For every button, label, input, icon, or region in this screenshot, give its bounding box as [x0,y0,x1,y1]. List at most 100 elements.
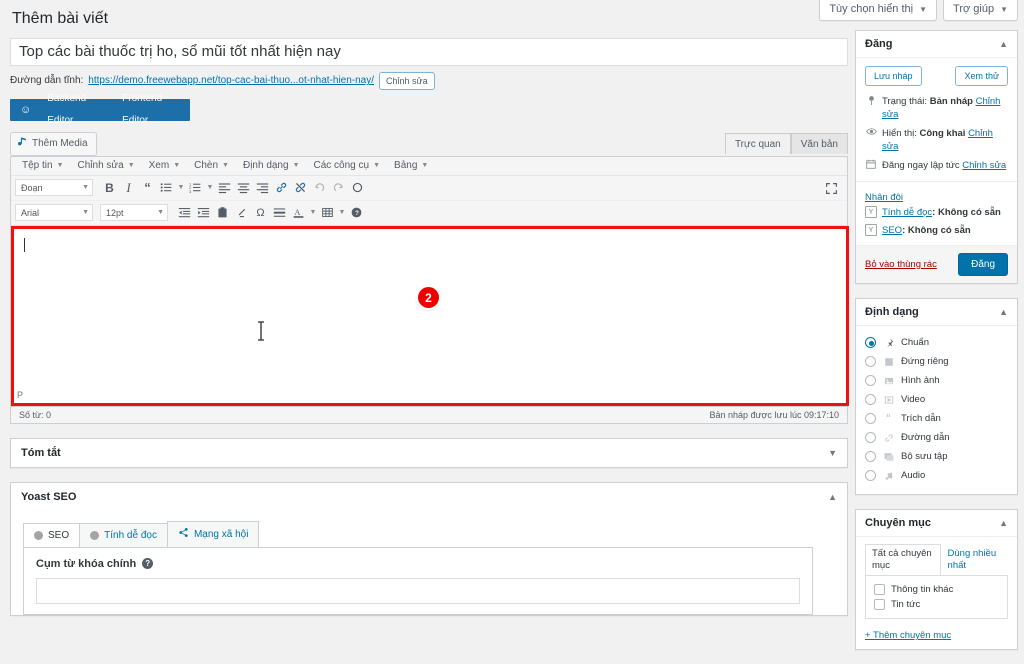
editor-content-area[interactable]: P [14,228,846,403]
format-option-aside[interactable]: Đứng riêng [865,352,1008,371]
menu-table[interactable]: Bảng ▼ [387,156,435,175]
chevron-down-icon: ▼ [82,209,89,217]
format-option-video[interactable]: Video [865,390,1008,409]
bold-icon[interactable]: B [100,178,119,197]
chevron-up-icon[interactable]: ▲ [999,305,1008,319]
add-media-button[interactable]: Thêm Media [10,131,97,156]
page-title: Thêm bài viết [12,10,109,27]
table-dropdown-icon[interactable]: ▼ [337,203,347,222]
chevron-up-icon[interactable]: ▲ [999,516,1008,530]
category-item[interactable]: Thông tin khác [874,582,999,597]
menu-insert[interactable]: Chèn ▼ [187,156,236,175]
align-center-icon[interactable] [234,178,253,197]
align-left-icon[interactable] [215,178,234,197]
focus-keyphrase-input[interactable] [36,577,800,604]
category-box-header[interactable]: Chuyên mục ▲ [856,510,1017,537]
radio-icon[interactable] [865,337,876,348]
undo-icon[interactable] [310,178,329,197]
clear-formatting-icon[interactable] [348,178,367,197]
frontend-editor-button[interactable]: Frontend Editor [114,88,190,132]
format-option-link[interactable]: Đường dẫn [865,428,1008,447]
bulleted-list-dropdown-icon[interactable]: ▼ [176,178,186,197]
font-family-select[interactable]: Arial ▼ [15,204,93,222]
help-button[interactable]: Trợ giúp ▼ [943,0,1018,21]
move-to-trash-link[interactable]: Bỏ vào thùng rác [865,259,937,270]
format-option-quote[interactable]: “ Trích dẫn [865,409,1008,428]
publish-misc: Nhân đôi Y Tính dễ đọc: Không có sẵn Y S… [856,182,1017,245]
bulleted-list-icon[interactable] [157,178,176,197]
menu-format[interactable]: Định dạng ▼ [236,156,307,175]
radio-icon[interactable] [865,432,876,443]
preview-button[interactable]: Xem thử [955,66,1008,86]
radio-icon[interactable] [865,356,876,367]
menu-edit[interactable]: Chỉnh sửa ▼ [71,156,142,175]
table-icon[interactable] [318,203,337,222]
publish-box: Đăng ▲ Lưu nháp Xem thử Trạng thái: Bản … [855,30,1018,284]
radio-icon[interactable] [865,375,876,386]
unlink-icon[interactable] [291,178,310,197]
duplicate-link[interactable]: Nhân đôi [865,192,903,203]
radio-icon[interactable] [865,394,876,405]
clear-format-eraser-icon[interactable] [232,203,251,222]
publish-time-edit-link[interactable]: Chỉnh sửa [962,160,1006,171]
paste-as-text-icon[interactable] [213,203,232,222]
format-option-image[interactable]: Hình ảnh [865,371,1008,390]
numbered-list-icon[interactable]: 123 [186,178,205,197]
share-icon [178,527,189,542]
align-right-icon[interactable] [253,178,272,197]
publish-box-header[interactable]: Đăng ▲ [856,31,1017,58]
checkbox-icon[interactable] [874,599,885,610]
radio-icon[interactable] [865,451,876,462]
yoast-tab-seo[interactable]: SEO [23,522,81,547]
yoast-header[interactable]: Yoast SEO ▲ [11,483,847,511]
menu-view[interactable]: Xem ▼ [142,156,188,175]
format-option-gallery[interactable]: Bộ sưu tập [865,447,1008,466]
focus-keyphrase-label: Cụm từ khóa chính [36,557,137,570]
tab-most-used-categories[interactable]: Dùng nhiều nhất [941,544,1008,575]
help-icon[interactable]: ? [142,558,154,570]
outdent-icon[interactable] [175,203,194,222]
category-item[interactable]: Tin tức [874,597,999,612]
chevron-up-icon[interactable]: ▲ [999,37,1008,51]
tab-text[interactable]: Văn bản [790,133,848,155]
keyboard-help-icon[interactable]: ? [347,203,366,222]
tab-all-categories[interactable]: Tất cả chuyên mục [865,544,941,575]
paragraph-style-select[interactable]: Đoạn ▼ [15,179,93,197]
indent-icon[interactable] [194,203,213,222]
redo-icon[interactable] [329,178,348,197]
chevron-down-icon[interactable]: ▼ [828,446,837,460]
numbered-list-dropdown-icon[interactable]: ▼ [205,178,215,197]
permalink-edit-button[interactable]: Chỉnh sửa [379,71,435,90]
post-title-input[interactable] [10,37,848,66]
format-option-audio[interactable]: Audio [865,466,1008,485]
publish-button[interactable]: Đăng [958,253,1008,276]
read-more-icon[interactable] [270,203,289,222]
format-box-header[interactable]: Định dạng ▲ [856,299,1017,326]
menu-tools[interactable]: Các công cụ ▼ [307,156,388,175]
radio-icon[interactable] [865,413,876,424]
text-color-icon[interactable]: A [289,203,308,222]
yoast-tab-readability[interactable]: Tính dễ đọc [79,522,168,547]
special-character-icon[interactable]: Ω [251,203,270,222]
excerpt-header[interactable]: Tóm tắt ▼ [11,439,847,467]
readability-link[interactable]: Tính dễ đọc [882,207,932,218]
distraction-free-mode-icon[interactable] [822,179,841,198]
menu-file[interactable]: Tệp tin ▼ [15,156,71,175]
format-option-standard[interactable]: Chuẩn [865,333,1008,352]
font-size-select[interactable]: 12pt ▼ [100,204,168,222]
radio-icon[interactable] [865,470,876,481]
text-color-dropdown-icon[interactable]: ▼ [308,203,318,222]
editor-content-highlight: P [11,225,849,406]
backend-editor-button[interactable]: Backend Editor [39,88,114,132]
checkbox-icon[interactable] [874,584,885,595]
seo-link[interactable]: SEO [882,225,902,236]
add-category-link[interactable]: + Thêm chuyên mục [865,630,951,641]
tab-visual[interactable]: Trực quan [724,133,791,155]
save-draft-button[interactable]: Lưu nháp [865,66,922,86]
chevron-up-icon[interactable]: ▲ [828,490,837,504]
blockquote-icon[interactable]: “ [138,178,157,197]
link-icon[interactable] [272,178,291,197]
italic-icon[interactable]: I [119,178,138,197]
permalink-url[interactable]: https://demo.freewebapp.net/top-cac-bai-… [88,75,374,86]
yoast-tab-social[interactable]: Mạng xã hội [166,520,260,547]
